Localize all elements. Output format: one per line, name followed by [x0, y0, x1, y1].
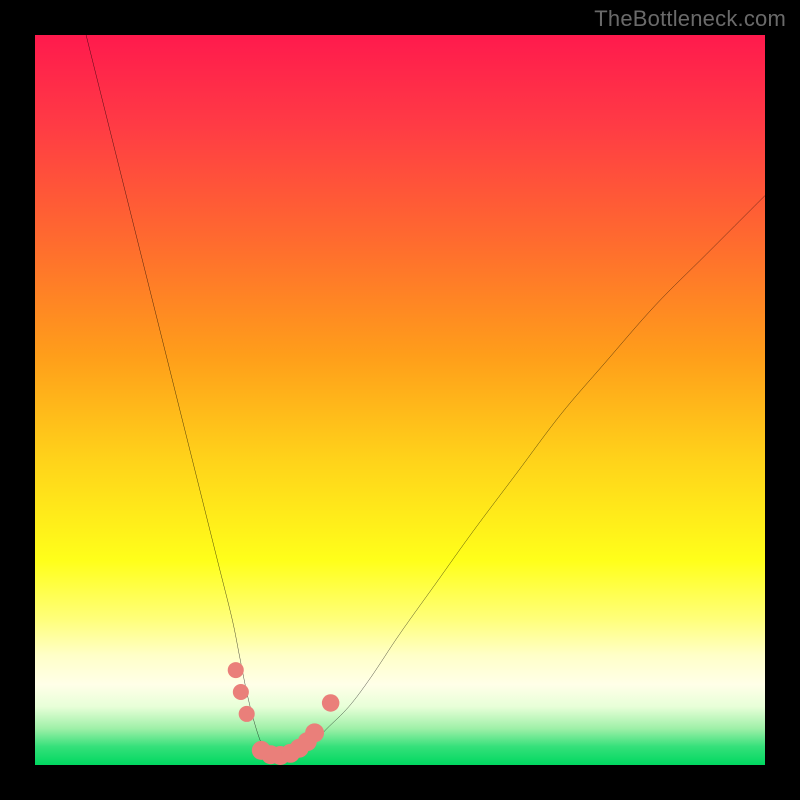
curve-marker [322, 694, 340, 712]
curve-marker [239, 706, 255, 722]
chart-svg [35, 35, 765, 765]
chart-stage: TheBottleneck.com [0, 0, 800, 800]
plot-area [35, 35, 765, 765]
watermark-text: TheBottleneck.com [594, 6, 786, 32]
curve-markers [228, 662, 340, 765]
curve-marker [228, 662, 244, 678]
bottleneck-curve [86, 35, 765, 758]
curve-marker [233, 684, 249, 700]
curve-marker [305, 723, 324, 742]
